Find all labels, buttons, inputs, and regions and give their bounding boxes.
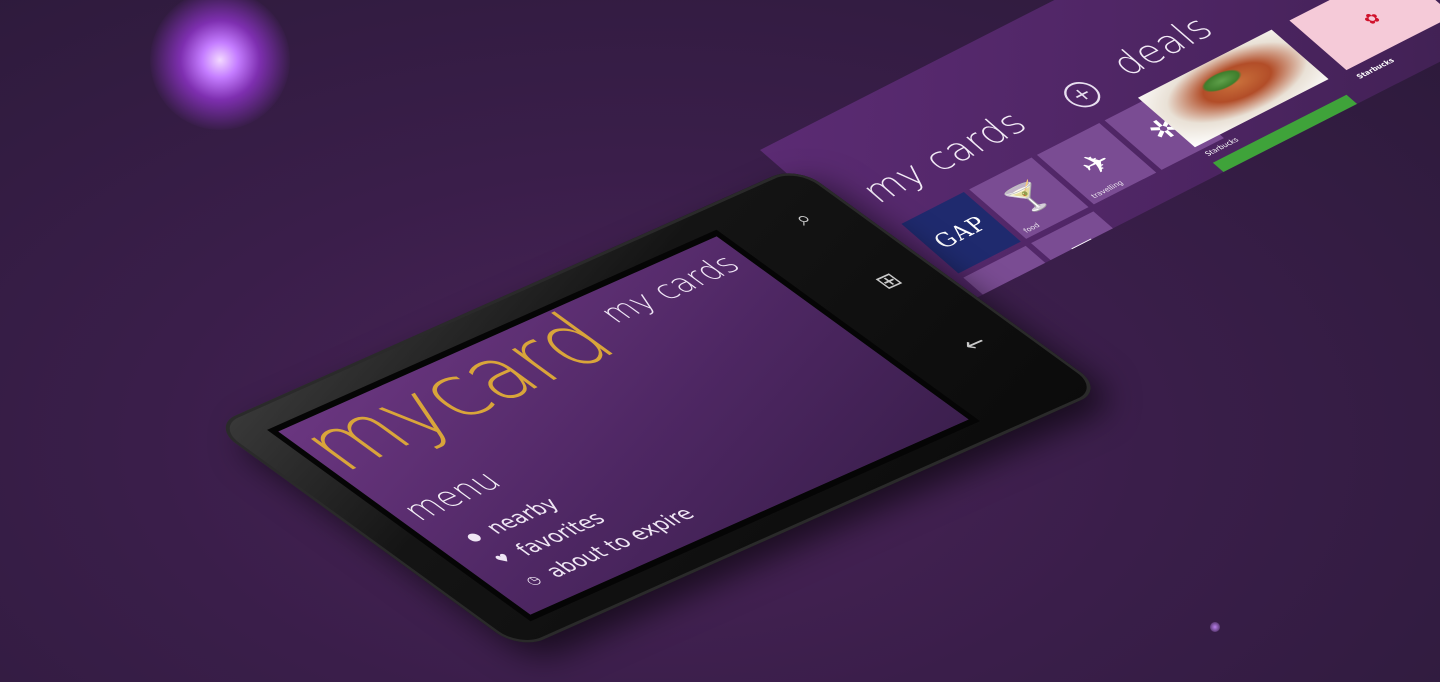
heart-icon: ♥ — [491, 551, 516, 567]
cocktail-icon: 🍸 — [997, 177, 1060, 220]
add-card-icon[interactable]: + — [1056, 77, 1108, 113]
shopping-bag-icon: ⏏ — [996, 267, 1050, 306]
brand-logo-icon: ✿ — [1357, 8, 1386, 28]
gap-logo: GAP — [928, 212, 995, 254]
pink-deal-tile[interactable]: ✿ Starbucks — [1289, 0, 1440, 80]
deal-caption: Starbucks — [1354, 56, 1397, 81]
background-light-glow — [150, 0, 290, 130]
holiday-inn-logo: Holiday Inn — [1275, 134, 1342, 173]
background-glint — [1210, 622, 1220, 632]
tile-caption: travelling — [1089, 179, 1126, 200]
deal-caption: Starbucks — [1278, 201, 1316, 223]
clock-icon: ◷ — [521, 573, 546, 588]
tile-caption: food — [1021, 221, 1042, 235]
location-pin-icon: ● — [461, 529, 486, 545]
airplane-icon: ✈ — [1071, 145, 1123, 182]
list-icon: ☰ — [1064, 233, 1117, 271]
